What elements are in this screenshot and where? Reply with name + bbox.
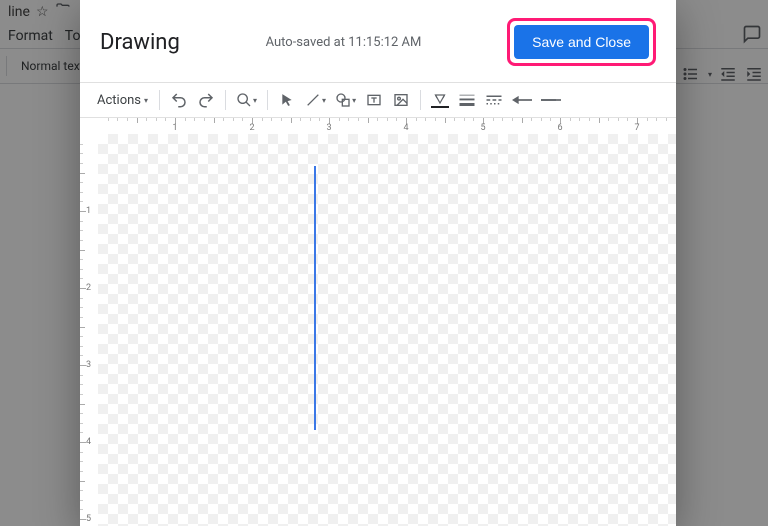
undo-button[interactable] <box>167 87 191 113</box>
line-tool[interactable]: ▾ <box>302 87 329 113</box>
select-tool[interactable] <box>275 87 299 113</box>
modal-title: Drawing <box>100 30 180 55</box>
shape-tool[interactable]: ▾ <box>332 87 359 113</box>
image-tool[interactable] <box>389 87 413 113</box>
separator <box>225 90 226 110</box>
vertical-ruler[interactable]: 1 2 3 4 5 <box>80 134 98 526</box>
autosave-status: Auto-saved at 11:15:12 AM <box>196 35 491 50</box>
actions-menu[interactable]: Actions▾ <box>94 87 152 113</box>
line-color-button[interactable] <box>428 87 452 113</box>
canvas-area: 1 2 3 4 5 6 7 1 2 3 4 5 <box>80 118 676 526</box>
ruler-h-label: 4 <box>403 123 408 133</box>
ruler-v-label: 5 <box>86 514 91 524</box>
redo-button[interactable] <box>194 87 218 113</box>
line-dash-button[interactable] <box>482 87 506 113</box>
separator <box>159 90 160 110</box>
zoom-button[interactable]: ▾ <box>233 87 260 113</box>
ruler-h-label: 5 <box>480 123 485 133</box>
drawing-modal: Drawing Auto-saved at 11:15:12 AM Save a… <box>80 0 676 526</box>
ruler-v-label: 2 <box>86 283 91 293</box>
separator <box>420 90 421 110</box>
horizontal-ruler[interactable]: 1 2 3 4 5 6 7 <box>98 118 676 134</box>
drawing-toolbar: Actions▾ ▾ ▾ ▾ <box>80 82 676 118</box>
ruler-v-label: 1 <box>86 206 91 216</box>
line-weight-button[interactable] <box>455 87 479 113</box>
textbox-tool[interactable] <box>362 87 386 113</box>
ruler-h-label: 2 <box>249 123 254 133</box>
drawn-vertical-line[interactable] <box>314 166 316 430</box>
line-end-button[interactable] <box>538 87 564 113</box>
ruler-h-label: 1 <box>172 123 177 133</box>
save-button-highlight: Save and Close <box>507 18 656 66</box>
ruler-h-label: 3 <box>326 123 331 133</box>
ruler-v-label: 3 <box>86 360 91 370</box>
ruler-h-label: 7 <box>634 123 639 133</box>
line-start-button[interactable] <box>509 87 535 113</box>
ruler-v-label: 4 <box>86 437 91 447</box>
save-and-close-button[interactable]: Save and Close <box>514 25 649 59</box>
ruler-h-label: 6 <box>557 123 562 133</box>
drawing-canvas[interactable] <box>98 134 676 526</box>
separator <box>267 90 268 110</box>
